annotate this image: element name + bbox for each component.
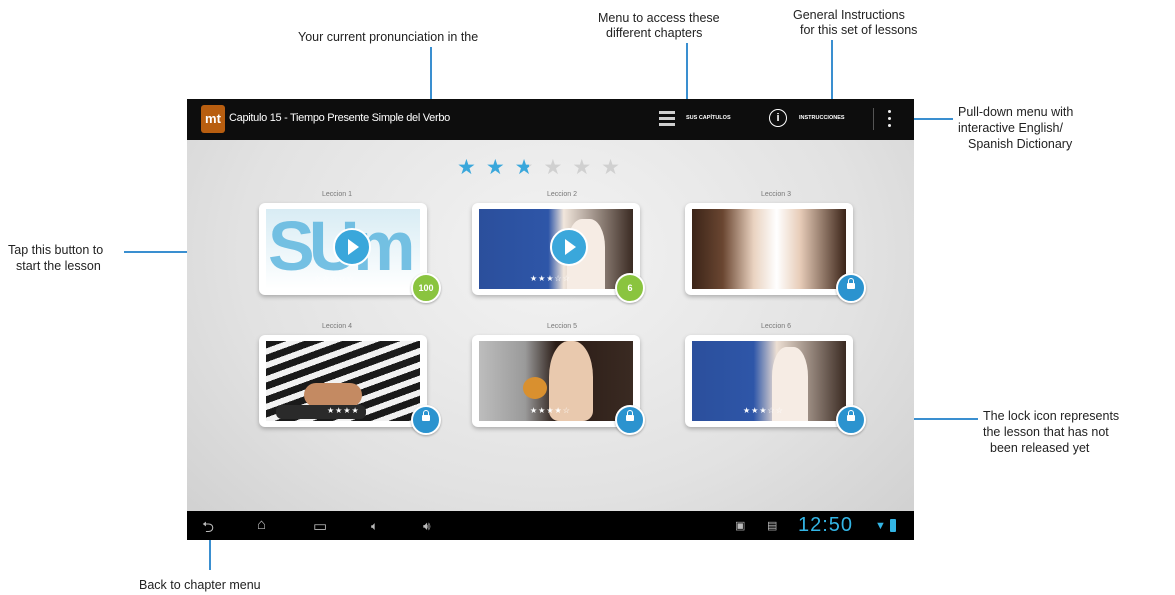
system-nav-bar: ⮌ ⌂ ▭ 🔈︎ 🔊︎ ▣ ▤ 12:50 ▼ — [187, 511, 914, 540]
lesson-5-lock-badge — [615, 405, 645, 435]
back-icon[interactable]: ⮌ — [202, 517, 214, 540]
annotation-chapters-menu-1: Menu to access these — [598, 11, 720, 25]
lesson-3-card[interactable] — [685, 203, 866, 303]
lesson-4-card[interactable]: ★★★★ — [259, 335, 441, 435]
annotation-instructions-line — [831, 40, 833, 103]
annotation-dictionary-2: interactive English/ — [958, 121, 1063, 135]
instructions-button[interactable]: INSTRUCCIONES — [799, 115, 845, 121]
home-icon[interactable]: ⌂ — [257, 516, 266, 533]
gallery-notification-icon[interactable]: ▣ — [735, 519, 745, 532]
lesson-6-mini-stars: ★★★☆☆ — [743, 406, 784, 415]
overflow-menu-icon[interactable] — [888, 110, 891, 128]
volume-down-icon[interactable]: 🔈︎ — [371, 519, 378, 534]
lesson-2-mini-stars: ★★★☆☆ — [530, 274, 571, 283]
annotation-dictionary-1: Pull-down menu with — [958, 105, 1074, 119]
star-icon: ★ — [485, 156, 515, 179]
lock-icon — [422, 410, 430, 421]
lesson-2-card[interactable]: ★★★☆☆ 6 — [472, 203, 645, 303]
annotation-chapters-menu-2: different chapters — [606, 26, 703, 40]
lesson-6-label: Leccion 6 — [761, 323, 791, 330]
annotation-start-1: Tap this button to — [8, 243, 104, 257]
annotation-back-line — [209, 540, 211, 570]
lock-icon — [847, 278, 855, 289]
annotation-back: Back to chapter menu — [139, 578, 261, 592]
lesson-1-card[interactable]: SUm ☆☆☆☆☆ 100 — [259, 203, 441, 303]
star-empty-icon: ★ — [572, 156, 602, 179]
lesson-3-label: Leccion 3 — [761, 191, 791, 198]
lesson-4-label: Leccion 4 — [322, 323, 352, 330]
lock-icon — [626, 410, 634, 421]
lesson-3-lock-badge — [836, 273, 866, 303]
lesson-2-score-badge: 6 — [615, 273, 645, 303]
lesson-5-mini-stars: ★★★★☆ — [530, 406, 571, 415]
star-empty-icon: ★ — [601, 156, 630, 179]
status-clock: 12:50 — [798, 514, 854, 536]
tablet-screen: mt Capitulo 15 - Tiempo Presente Simple … — [187, 99, 914, 540]
lesson-1-score-badge: 100 — [411, 273, 441, 303]
lock-icon — [847, 410, 855, 421]
battery-icon — [890, 519, 896, 532]
annotation-start-2: start the lesson — [16, 259, 101, 273]
star-empty-icon: ★ — [543, 156, 573, 179]
chapters-menu-icon[interactable] — [659, 111, 675, 127]
recent-apps-icon[interactable]: ▭ — [313, 517, 327, 535]
annotation-dictionary-3: Spanish Dictionary — [968, 137, 1073, 151]
chapter-rating: ★★★★★★ — [457, 155, 630, 180]
screenshot-notification-icon[interactable]: ▤ — [767, 519, 777, 532]
annotation-chapters-line — [686, 43, 688, 103]
app-logo[interactable]: mt — [201, 105, 225, 133]
lesson-6-card[interactable]: ★★★☆☆ — [685, 335, 866, 435]
lesson-6-lock-badge — [836, 405, 866, 435]
annotation-instructions-1: General Instructions — [793, 8, 905, 22]
lesson-4-mini-stars: ★★★★ — [327, 406, 360, 415]
lesson-5-label: Leccion 5 — [547, 323, 577, 330]
chapters-menu-button[interactable]: SUS CAPÍTULOS — [686, 115, 731, 121]
half-star-icon: ★ — [514, 156, 544, 179]
annotation-lock-1: The lock icon represents — [983, 409, 1120, 423]
wifi-icon: ▼ — [875, 520, 886, 532]
annotation-instructions-2: for this set of lessons — [800, 23, 918, 37]
play-button[interactable] — [333, 228, 371, 266]
lesson-4-lock-badge — [411, 405, 441, 435]
lesson-1-mini-stars: ☆☆☆☆☆ — [314, 274, 355, 283]
action-bar: mt Capitulo 15 - Tiempo Presente Simple … — [187, 99, 914, 140]
lesson-1-label: Leccion 1 — [322, 191, 352, 198]
chapter-title: Capitulo 15 - Tiempo Presente Simple del… — [229, 112, 450, 124]
action-bar-divider — [873, 108, 874, 130]
play-button[interactable] — [550, 228, 588, 266]
annotation-lock-2: the lesson that has not — [983, 425, 1109, 439]
volume-up-icon[interactable]: 🔊︎ — [423, 519, 431, 534]
info-icon[interactable]: i — [769, 109, 787, 127]
lesson-5-card[interactable]: ★★★★☆ — [472, 335, 645, 435]
star-icon: ★ — [457, 156, 486, 179]
lesson-3-thumbnail — [692, 209, 846, 289]
lesson-2-label: Leccion 2 — [547, 191, 577, 198]
annotation-lock-3: been released yet — [990, 441, 1090, 455]
annotation-pronunciation: Your current pronunciation in the — [298, 30, 479, 44]
